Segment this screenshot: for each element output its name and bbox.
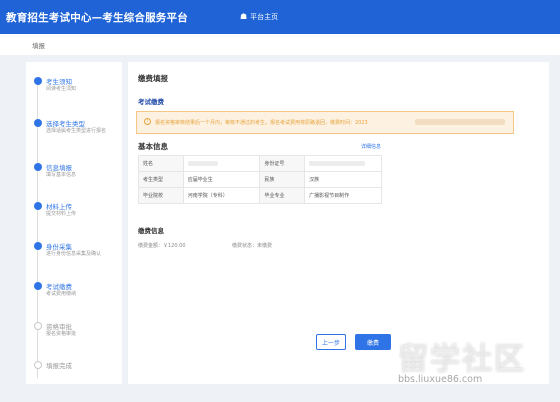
label-cell: 考生类型 — [138, 171, 184, 188]
prev-step-button[interactable]: 上一步 — [316, 334, 346, 350]
step-dot — [34, 282, 42, 290]
step-dot — [34, 202, 42, 210]
step-title: 资格审批 — [46, 323, 72, 331]
watermark-logo-text: 留学社区 — [398, 342, 526, 377]
watermark-url: bbs.liuxue86.com — [398, 374, 483, 385]
step-dot — [34, 77, 42, 85]
value-cell — [304, 155, 382, 172]
step-desc: 进行身份信息采集及确认 — [46, 251, 102, 257]
fee-status: 缴费状态：未缴费 — [232, 243, 273, 249]
top-bar: 教育招生考试中心—考生综合服务平台 ☗ 平台主页 — [0, 0, 560, 34]
exam-fee-heading: 考试缴费 — [138, 98, 164, 106]
redacted-value — [309, 160, 366, 166]
step-desc: 提交材料上传 — [46, 211, 77, 217]
step-connector-line — [37, 84, 38, 378]
pay-button[interactable]: 缴费 — [355, 334, 391, 350]
home-icon: ☗ — [240, 12, 248, 21]
basic-info-heading: 基本信息 — [138, 142, 168, 151]
step-dot — [34, 322, 42, 330]
breadcrumb-bar: 填报 — [0, 34, 560, 55]
value-cell: 汉族 — [304, 171, 382, 188]
platform-title: 教育招生考试中心—考生综合服务平台 — [6, 12, 188, 24]
step-sidebar: 考生须知 阅读考生须知 选择考生类型 选择适属考生类型进行报名 信息填报 填写基… — [26, 62, 122, 384]
step-desc: 考试费用缴纳 — [46, 291, 77, 297]
step-title: 材料上传 — [46, 203, 72, 211]
step-title: 考生须知 — [46, 78, 72, 86]
redacted-text — [415, 119, 505, 125]
step-dot — [34, 361, 42, 369]
value-cell: 河南学院（专科） — [182, 187, 261, 204]
table-row: 考生类型 应届毕业生 民族 汉族 — [138, 171, 382, 188]
step-dot — [34, 163, 42, 171]
watermark: 留学社区 bbs.liuxue86.com — [398, 334, 546, 392]
info-icon: ! — [144, 118, 151, 125]
warning-text: 报名资格审核结果后一个月内，审核不通过的考生，报名考试费用将原路退回，缴费时间：… — [155, 120, 368, 126]
step-desc: 填写基本信息 — [46, 172, 77, 178]
label-cell: 姓名 — [138, 155, 184, 172]
basic-info-table: 姓名 身份证号 考生类型 应届毕业生 民族 汉族 毕业院校 河南学院（专科） 毕… — [138, 155, 382, 204]
step-title: 身份采集 — [46, 243, 72, 251]
step-desc: 报名资格审批 — [46, 331, 77, 337]
table-row: 毕业院校 河南学院（专科） 毕业专业 广播影视节目制作 — [138, 187, 382, 204]
home-link[interactable]: ☗ 平台主页 — [240, 12, 278, 22]
detail-link[interactable]: 详细信息 — [361, 143, 381, 150]
step-dot — [34, 119, 42, 127]
step-title: 信息填报 — [46, 164, 72, 172]
warning-notice: ! 报名资格审核结果后一个月内，审核不通过的考生，报名考试费用将原路退回，缴费时… — [136, 111, 514, 134]
label-cell: 民族 — [259, 171, 306, 188]
step-dot — [34, 242, 42, 250]
value-cell — [182, 155, 261, 172]
breadcrumb: 填报 — [32, 42, 45, 50]
value-cell: 广播影视节目制作 — [304, 187, 382, 204]
fee-amount: 缴费金额：￥120.00 — [138, 243, 186, 249]
label-cell: 毕业院校 — [138, 187, 184, 204]
redacted-value — [187, 160, 218, 166]
home-label: 平台主页 — [250, 13, 279, 21]
value-cell: 应届毕业生 — [182, 171, 261, 188]
step-title: 考试缴费 — [46, 283, 72, 291]
step-desc: 选择适属考生类型进行报名 — [46, 128, 107, 134]
label-cell: 身份证号 — [259, 155, 306, 172]
table-row: 姓名 身份证号 — [138, 155, 382, 172]
step-desc: 阅读考生须知 — [46, 86, 77, 92]
page-title: 缴费填报 — [138, 74, 168, 83]
step-title: 填报完成 — [46, 362, 72, 370]
label-cell: 毕业专业 — [259, 187, 306, 204]
step-title: 选择考生类型 — [46, 120, 85, 128]
fee-info-heading: 缴费信息 — [138, 227, 164, 235]
